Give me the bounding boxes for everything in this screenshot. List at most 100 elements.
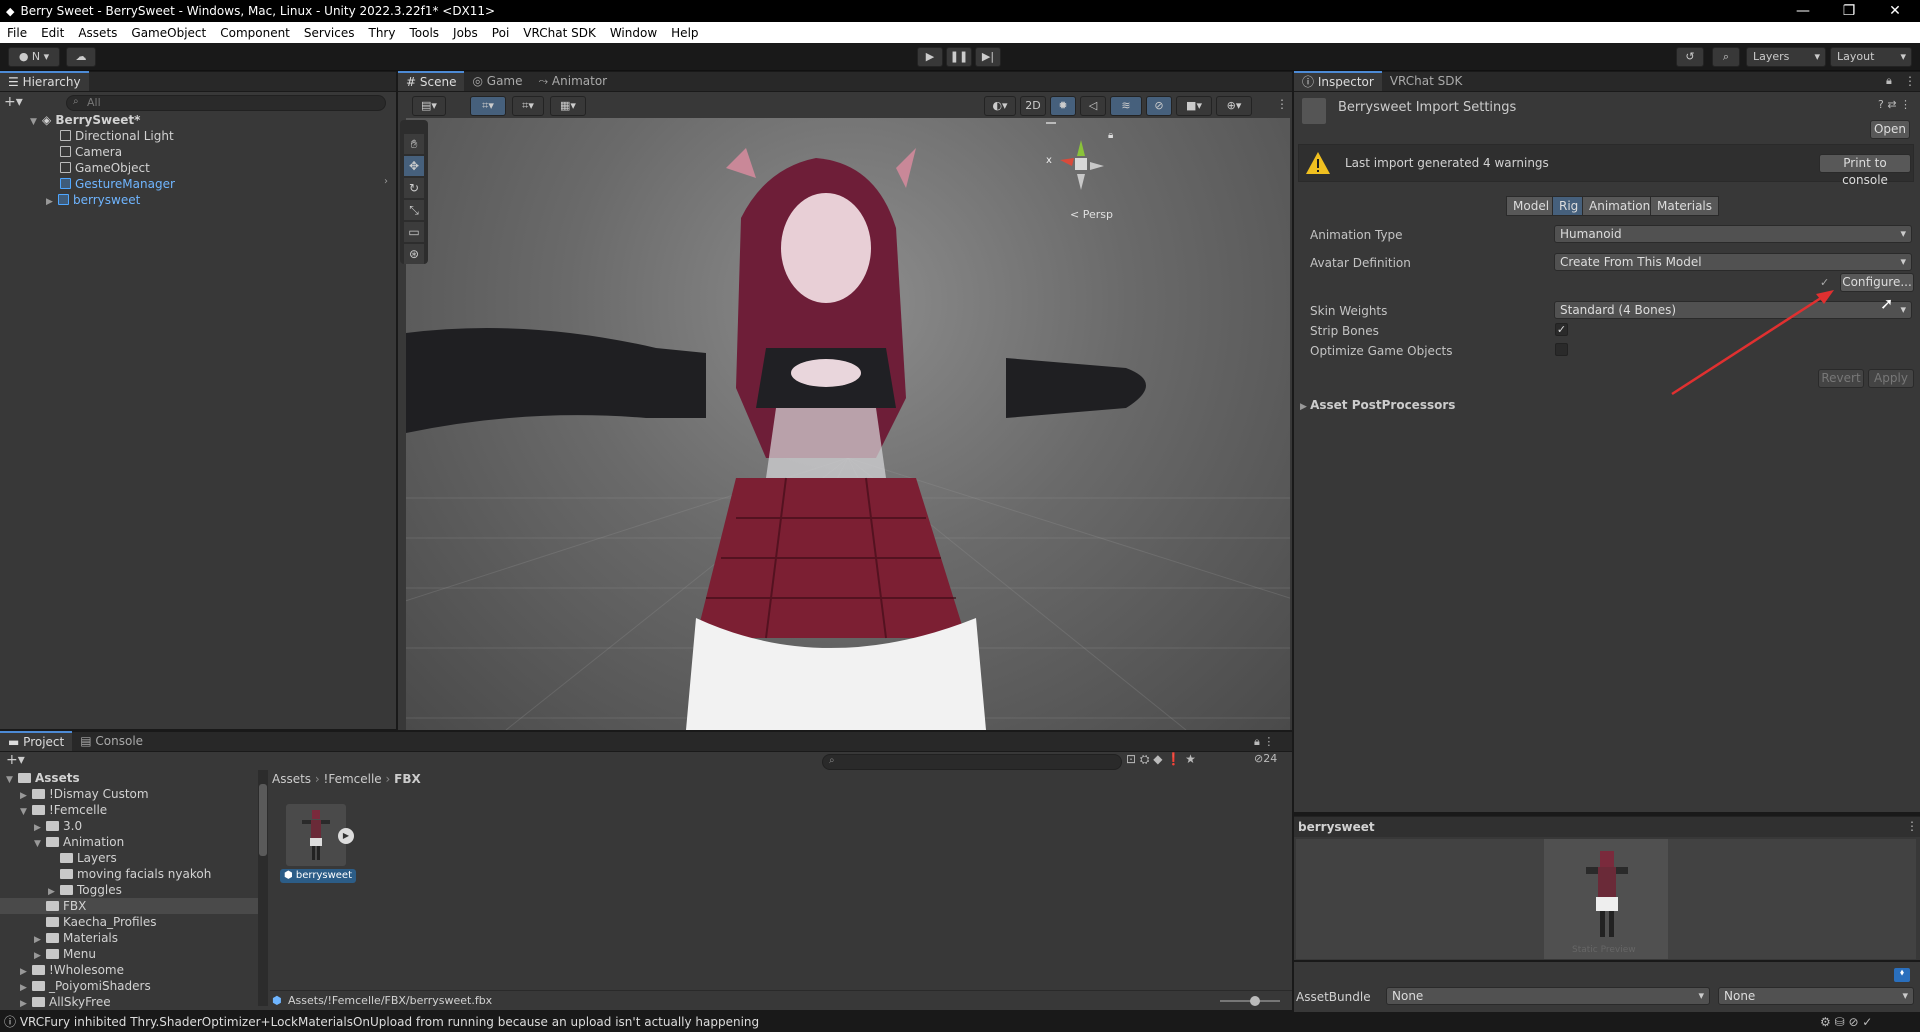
project-folder-item[interactable]: ▶ AllSkyFree: [0, 994, 258, 1010]
menu-poi[interactable]: Poi: [485, 26, 516, 40]
hand-tool-button[interactable]: ✋︎: [404, 134, 424, 154]
account-dropdown[interactable]: ● N ▾: [8, 47, 60, 67]
project-folder-item[interactable]: ▶ Menu: [0, 946, 258, 962]
orientation-gizmo[interactable]: x: [1046, 130, 1116, 200]
camera-settings-button[interactable]: ■▾: [1176, 96, 1212, 116]
project-folder-item[interactable]: ▶ _PoiyomiShaders: [0, 978, 258, 994]
tag-icon[interactable]: ⬧: [1894, 968, 1910, 982]
step-button[interactable]: ▶|: [975, 47, 1001, 67]
menu-help[interactable]: Help: [664, 26, 705, 40]
scale-tool-button[interactable]: ⤡: [404, 200, 424, 220]
shading-mode-button[interactable]: ◐▾: [984, 96, 1016, 116]
tab-project[interactable]: ▬ Project: [0, 731, 73, 751]
expand-arrow-icon[interactable]: ▼: [30, 114, 42, 130]
slider-thumb[interactable]: [1250, 996, 1260, 1006]
thumbnail-size-slider[interactable]: [1220, 996, 1280, 1006]
scrollbar-thumb[interactable]: [259, 784, 267, 856]
tree-scrollbar[interactable]: [258, 770, 268, 1006]
audio-toggle-button[interactable]: ◁: [1080, 96, 1106, 116]
pause-button[interactable]: ❚❚: [946, 47, 972, 67]
menu-window[interactable]: Window: [603, 26, 664, 40]
lock-icon[interactable]: 🔒︎: [1108, 130, 1113, 141]
scene-root-row[interactable]: ▼ ◈ BerrySweet*: [30, 112, 140, 128]
layers-dropdown[interactable]: Layers ▾: [1746, 47, 1826, 67]
asset-thumbnail[interactable]: ▶: [286, 804, 354, 866]
effects-toggle-button[interactable]: ≋: [1110, 96, 1142, 116]
menu-component[interactable]: Component: [213, 26, 297, 40]
project-folder-item[interactable]: Kaecha_Profiles: [0, 914, 258, 930]
hierarchy-item[interactable]: GestureManager: [60, 176, 175, 192]
hierarchy-item[interactable]: Camera: [60, 144, 122, 160]
search-button[interactable]: ⌕: [1712, 47, 1740, 67]
maximize-button[interactable]: ❐: [1826, 0, 1872, 22]
menu-gameobject[interactable]: GameObject: [124, 26, 213, 40]
project-folder-item[interactable]: ▶ Materials: [0, 930, 258, 946]
menu-thry[interactable]: Thry: [362, 26, 403, 40]
project-folder-item[interactable]: ▶ 3.0: [0, 818, 258, 834]
menu-assets[interactable]: Assets: [71, 26, 124, 40]
grid-snap-button[interactable]: ⌗▾: [470, 96, 506, 116]
chevron-right-icon[interactable]: ›: [384, 176, 388, 187]
hierarchy-search-field[interactable]: ⌕ All: [66, 95, 386, 111]
more-options-icon[interactable]: ⋮: [1906, 819, 1918, 833]
gizmos-button[interactable]: ⊕▾: [1216, 96, 1252, 116]
project-filter-icons[interactable]: ⊡ ⛭ ◆ ❗ ★: [1126, 752, 1196, 767]
cloud-button[interactable]: ☁: [66, 47, 96, 67]
menu-services[interactable]: Services: [297, 26, 362, 40]
project-folder-item[interactable]: ▼ Animation: [0, 834, 258, 850]
project-folder-item[interactable]: moving facials nyakoh: [0, 866, 258, 882]
layout-dropdown[interactable]: Layout ▾: [1830, 47, 1912, 67]
hierarchy-item[interactable]: GameObject: [60, 160, 150, 176]
hierarchy-item[interactable]: ▶ berrysweet: [46, 192, 140, 208]
project-folder-item[interactable]: Layers: [0, 850, 258, 866]
tab-scene[interactable]: # Scene: [398, 71, 465, 91]
asset-name-label[interactable]: ⬢ berrysweet: [280, 869, 357, 883]
rotate-tool-button[interactable]: ↻: [404, 178, 424, 198]
snap-increment-button[interactable]: ⌗▾: [512, 96, 544, 116]
breadcrumb-femcelle[interactable]: !Femcelle: [324, 772, 382, 786]
expand-arrow-icon[interactable]: ▶: [46, 194, 58, 210]
project-folder-item[interactable]: ▼ Assets: [0, 770, 258, 786]
tab-animator[interactable]: ⤳ Animator: [531, 71, 616, 91]
move-tool-button[interactable]: ✥: [404, 156, 424, 176]
avatar-model[interactable]: [406, 118, 1290, 730]
expand-arrow-icon[interactable]: ▶: [20, 996, 32, 1012]
project-search-field[interactable]: ⌕: [822, 754, 1122, 770]
lighting-toggle-button[interactable]: ✹: [1050, 96, 1076, 116]
status-icons[interactable]: ⚙ ⛁ ⊘ ✓: [1820, 1012, 1872, 1032]
status-message[interactable]: VRCFury inhibited Thry.ShaderOptimizer+L…: [20, 1015, 759, 1029]
hidden-objects-toggle-button[interactable]: ⊘: [1146, 96, 1172, 116]
close-window-button[interactable]: ✕: [1872, 0, 1918, 22]
more-options-icon[interactable]: ⋮: [1276, 97, 1288, 111]
project-folder-item[interactable]: ▼ !Femcelle: [0, 802, 258, 818]
scene-viewport[interactable]: x 🔒︎ < Persp: [406, 118, 1290, 730]
project-folder-item[interactable]: ▶ !Dismay Custom: [0, 786, 258, 802]
minimize-button[interactable]: —: [1780, 0, 1826, 22]
preview-header[interactable]: berrysweet ⋮: [1294, 817, 1920, 837]
play-preview-icon[interactable]: ▶: [338, 828, 354, 844]
menu-tools[interactable]: Tools: [402, 26, 446, 40]
tab-hierarchy[interactable]: ☰ Hierarchy: [0, 71, 89, 91]
transform-tool-button[interactable]: ⊛: [404, 244, 424, 264]
lock-icon[interactable]: 🔒︎ ⋮: [1254, 735, 1274, 749]
project-folder-item[interactable]: ▶ !Wholesome: [0, 962, 258, 978]
project-folder-item[interactable]: FBX: [0, 898, 258, 914]
undo-history-button[interactable]: ↺: [1676, 47, 1704, 67]
rect-tool-button[interactable]: ▭: [404, 222, 424, 242]
draw-mode-dropdown[interactable]: ▤▾: [412, 96, 446, 116]
menu-jobs[interactable]: Jobs: [446, 26, 485, 40]
tab-game[interactable]: ◎ Game: [464, 71, 530, 91]
breadcrumb-assets[interactable]: Assets: [272, 772, 311, 786]
add-object-button[interactable]: +▾: [4, 94, 23, 110]
menu-vrchat-sdk[interactable]: VRChat SDK: [516, 26, 603, 40]
assetbundle-dropdown[interactable]: None: [1386, 987, 1710, 1005]
tab-console[interactable]: ▤ Console: [72, 731, 151, 751]
persp-label[interactable]: < Persp: [1070, 208, 1113, 221]
toggle-2d-button[interactable]: 2D: [1020, 96, 1046, 116]
project-folder-item[interactable]: ▶ Toggles: [0, 882, 258, 898]
menu-file[interactable]: File: [0, 26, 34, 40]
create-asset-button[interactable]: +▾: [6, 752, 25, 768]
play-button[interactable]: ▶: [917, 47, 943, 67]
grid-visibility-button[interactable]: ▦▾: [550, 96, 586, 116]
gizmo-drag-handle[interactable]: [1046, 122, 1056, 124]
